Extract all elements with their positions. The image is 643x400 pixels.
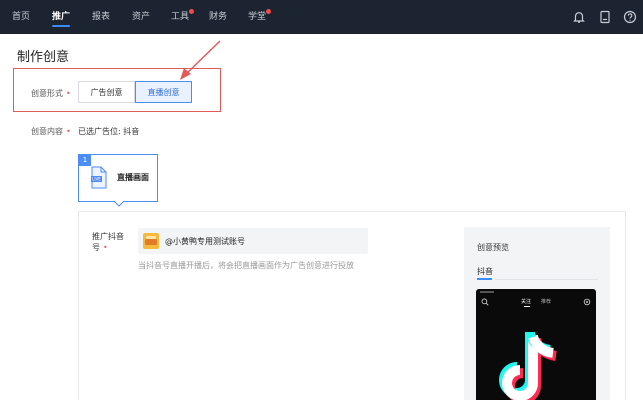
help-icon[interactable] [622,9,638,25]
active-tab-indicator [52,25,71,27]
account-hint: 当抖音号直播开播后，将会把直播画面作为广告创意进行投放 [138,261,354,270]
divider [495,279,598,280]
tablet-icon[interactable] [597,9,613,25]
label-text: 推广抖音号 [92,232,124,252]
preview-tab-douyin[interactable]: 抖音 [477,266,493,277]
nav-item-academy[interactable]: 学堂 [248,0,266,34]
phone-tab-recommend: 推荐 [541,299,552,305]
live-file-icon: LIVE [91,166,107,189]
phone-preview: 关注 推荐 [476,289,596,400]
account-selector[interactable]: @小黄鸭专用测试账号 [138,228,368,254]
card-number: 1 [79,155,91,166]
nav-item-home[interactable]: 首页 [12,0,30,34]
preview-tab-indicator [477,278,492,280]
label-text: 创意内容 [31,127,63,136]
nav-item-promotion[interactable]: 推广 [52,0,71,34]
status-bar [480,291,494,293]
search-icon [481,298,489,306]
douyin-logo-icon [499,332,557,400]
annotation-arrow [180,40,221,80]
required-mark: • [103,243,108,252]
bell-icon[interactable] [571,9,587,25]
settings-icon [583,298,591,306]
account-label: 推广抖音号 • [92,231,130,253]
svg-text:LIVE: LIVE [92,177,101,182]
account-avatar [143,233,159,249]
top-navigation: 首页 推广 报表 资产 工具 财务 学堂 [0,0,643,34]
phone-tab-follow: 关注 [521,299,532,305]
creative-content-label: 创意内容 • [31,126,71,137]
live-card-label: 直播画面 [117,173,149,182]
placement-value: 抖音 [123,127,140,136]
preview-title: 创意预览 [477,243,509,252]
notification-dot [189,9,194,14]
nav-item-assets[interactable]: 资产 [132,0,150,34]
required-mark: • [66,127,71,136]
nav-item-tools[interactable]: 工具 [171,0,189,34]
live-screen-card[interactable]: 1 LIVE 直播画面 [78,154,158,207]
main-content: 制作创意 创意形式 • 广告创意 直播创意 创意内容 • 已选广告位: 抖音 1 L… [0,34,643,400]
placement-info: 已选广告位: 抖音 [78,126,139,137]
account-name: @小黄鸭专用测试账号 [165,237,245,246]
card-pointer [114,201,124,207]
nav-item-finance[interactable]: 财务 [209,0,227,34]
page-title: 制作创意 [17,50,70,65]
notification-dot [266,9,271,14]
placement-label: 已选广告位: [78,127,121,136]
nav-item-label: 推广 [52,12,71,22]
phone-tab-indicator [524,306,530,307]
nav-item-reports[interactable]: 报表 [92,0,110,34]
